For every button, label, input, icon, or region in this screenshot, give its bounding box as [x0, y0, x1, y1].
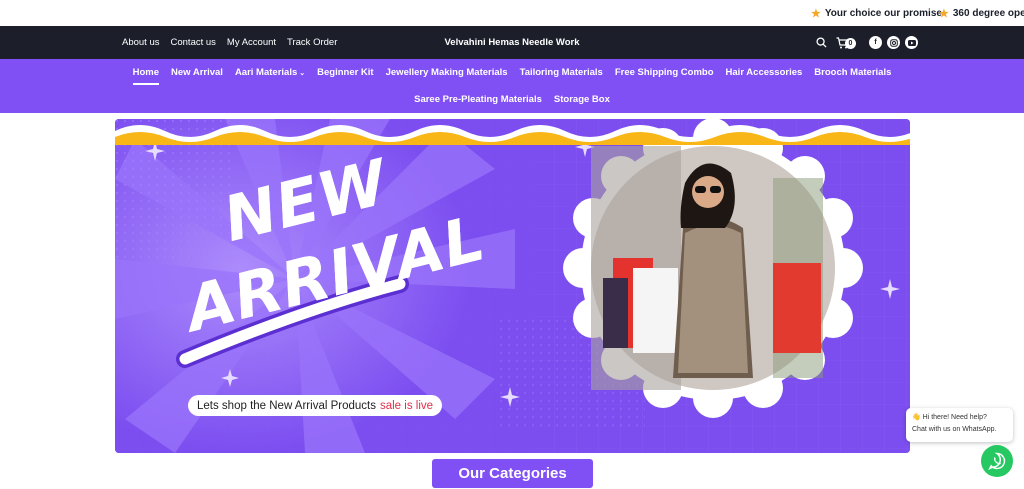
youtube-icon[interactable] [905, 36, 918, 49]
instagram-icon[interactable] [887, 36, 900, 49]
nav-jewellery-making-materials[interactable]: Jewellery Making Materials [386, 67, 508, 78]
nav-home[interactable]: Home [132, 67, 160, 85]
site-title[interactable]: Velvahini Hemas Needle Work [445, 37, 580, 48]
my-account-link[interactable]: My Account [227, 37, 276, 48]
whatsapp-chat-bubble[interactable]: 👋 Hi there! Need help? Chat with us on W… [906, 408, 1013, 442]
about-us-link[interactable]: About us [122, 37, 160, 48]
nav-tailoring-materials[interactable]: Tailoring Materials [520, 67, 603, 78]
whatsapp-icon [988, 452, 1006, 470]
announcement-item: ★ Your choice our promise [811, 8, 942, 20]
star-icon: ★ [939, 8, 949, 20]
top-header: About us Contact us My Account Track Ord… [0, 26, 1024, 59]
main-navigation: Home New Arrival Aari Materials ⌄ Beginne… [0, 59, 1024, 113]
whatsapp-button[interactable] [981, 445, 1013, 477]
search-icon[interactable] [814, 36, 828, 50]
nav-hair-accessories[interactable]: Hair Accessories [726, 67, 803, 78]
announcement-item: ★ 360 degree oper [939, 8, 1024, 20]
nav-free-shipping-combo[interactable]: Free Shipping Combo [615, 67, 714, 78]
header-actions: 0 f [814, 26, 918, 59]
cart-button[interactable]: 0 [833, 36, 856, 50]
nav-storage-box[interactable]: Storage Box [554, 94, 610, 105]
nav-row: Saree Pre-Pleating Materials Storage Box [0, 94, 1024, 105]
banner-tagline: Lets shop the New Arrival Products sale … [188, 395, 443, 416]
hero-banner[interactable]: NEW ARRIVAL Lets shop the New Arrival Pr… [115, 119, 910, 453]
nav-new-arrival[interactable]: New Arrival [171, 67, 223, 78]
nav-row: Home New Arrival Aari Materials ⌄ Beginne… [0, 67, 1024, 85]
track-order-link[interactable]: Track Order [287, 37, 337, 48]
utility-links: About us Contact us My Account Track Ord… [122, 26, 337, 59]
sale-live-label: sale is live [379, 399, 434, 412]
our-categories-button[interactable]: Our Categories [432, 459, 593, 488]
nav-beginner-kit[interactable]: Beginner Kit [317, 67, 373, 78]
nav-saree-pre-pleating-materials[interactable]: Saree Pre-Pleating Materials [414, 94, 542, 105]
contact-us-link[interactable]: Contact us [171, 37, 216, 48]
facebook-icon[interactable]: f [869, 36, 882, 49]
cart-count-badge: 0 [845, 37, 856, 49]
nav-brooch-materials[interactable]: Brooch Materials [814, 67, 891, 78]
announcement-bar: ★ Your choice our promise ★ 360 degree o… [0, 0, 1024, 26]
banner-wave [115, 125, 910, 145]
star-icon: ★ [811, 8, 821, 20]
nav-aari-materials[interactable]: Aari Materials ⌄ [235, 67, 305, 78]
chevron-down-icon: ⌄ [299, 70, 306, 77]
